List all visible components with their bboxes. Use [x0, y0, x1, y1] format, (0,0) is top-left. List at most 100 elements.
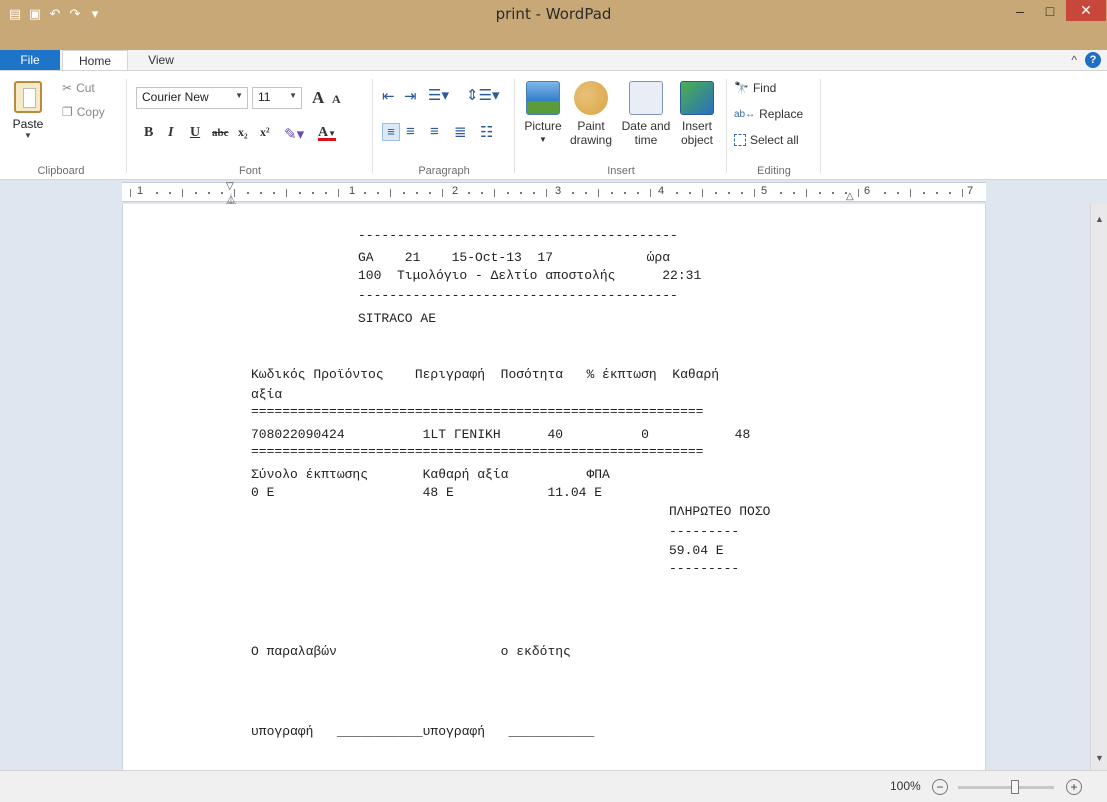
insert-object-button[interactable]: Insert object	[674, 81, 720, 147]
chevron-down-icon: ▼	[235, 91, 243, 100]
ruler-tick	[845, 192, 847, 194]
ruler-tick	[702, 189, 703, 197]
document-line: 708022090424 1LT ΓΕΝΙΚΗ 40 0 48	[251, 427, 751, 442]
title-bar: ▤ ▣ ↶ ↷ ▾ print - WordPad – □ ✕	[0, 0, 1107, 28]
document-line: ΠΛΗΡΩΤΕΟ ΠΟΣΟ	[669, 504, 771, 519]
vertical-scrollbar[interactable]: ▲ ▼	[1090, 204, 1107, 770]
ruler-tick	[624, 192, 626, 194]
document-line: ----------------------------------------…	[358, 228, 678, 243]
ruler-tick	[546, 189, 547, 197]
paint-drawing-button[interactable]: Paint drawing	[566, 81, 616, 147]
document-line: ---------	[669, 524, 740, 539]
ruler-tick	[754, 189, 755, 197]
zoom-in-button[interactable]: +	[1066, 779, 1082, 795]
maximize-button[interactable]: □	[1035, 0, 1065, 21]
ruler-tick	[507, 192, 509, 194]
ruler-label: 1	[136, 185, 144, 197]
subscript-button[interactable]: x₂	[238, 125, 248, 140]
group-label: Font	[238, 165, 261, 177]
font-color-button[interactable]: A▼	[318, 125, 336, 141]
justify-icon[interactable]: ≣	[454, 123, 467, 141]
insert-picture-button[interactable]: Picture ▼	[520, 81, 566, 147]
ruler-tick	[533, 192, 535, 194]
ruler[interactable]: ▽ ⏅ △ 11234567	[122, 181, 986, 206]
document-line: αξία	[251, 387, 283, 402]
ruler-tick	[949, 192, 951, 194]
underline-button[interactable]: U	[190, 125, 200, 141]
ruler-label: 3	[554, 185, 562, 197]
ruler-tick	[182, 189, 183, 197]
date-time-button[interactable]: Date and time	[618, 81, 674, 147]
shrink-font-button[interactable]: A	[332, 92, 341, 107]
superscript-button[interactable]: x²	[260, 125, 270, 140]
align-right-icon[interactable]: ≡	[430, 123, 439, 140]
bullet-list-icon[interactable]: ☰▾	[428, 86, 449, 104]
scroll-down-icon[interactable]: ▼	[1091, 749, 1107, 766]
align-left-icon[interactable]: ≡	[382, 123, 400, 141]
group-label: Insert	[607, 165, 635, 177]
document-line: 100 Τιμολόγιο - Δελτίο αποστολής 22:31	[358, 268, 702, 283]
zoom-level: 100%	[890, 779, 921, 793]
zoom-out-button[interactable]: −	[932, 779, 948, 795]
calendar-clock-icon	[629, 81, 663, 115]
ruler-tick	[910, 189, 911, 197]
select-all-button[interactable]: Select all	[734, 133, 799, 147]
increase-indent-icon[interactable]: ⇥	[404, 87, 417, 105]
ruler-tick	[442, 189, 443, 197]
find-button[interactable]: 🔭 Find	[734, 81, 776, 95]
tab-file[interactable]: File	[0, 50, 60, 70]
document-line: ----------------------------------------…	[358, 288, 678, 303]
right-indent-marker[interactable]: △	[846, 191, 854, 202]
align-center-icon[interactable]: ≡	[406, 123, 415, 140]
window-title: print - WordPad	[495, 5, 612, 23]
zoom-slider-track[interactable]	[958, 786, 1054, 789]
copy-icon: ❐	[62, 105, 73, 119]
replace-button[interactable]: ab↔ Replace	[734, 107, 803, 121]
minimize-button[interactable]: –	[1005, 0, 1035, 21]
collapse-ribbon-icon[interactable]: ^	[1071, 53, 1077, 67]
ruler-tick	[156, 192, 158, 194]
ruler-tick	[494, 189, 495, 197]
ruler-tick	[286, 189, 287, 197]
paint-palette-icon	[574, 81, 608, 115]
ruler-tick	[260, 192, 262, 194]
paragraph-settings-icon[interactable]: ☷	[480, 123, 493, 141]
scroll-up-icon[interactable]: ▲	[1091, 210, 1107, 227]
grow-font-button[interactable]: A	[312, 88, 324, 108]
close-button[interactable]: ✕	[1066, 0, 1106, 21]
highlight-pen-icon[interactable]: ✎▾	[284, 125, 304, 143]
ruler-tick	[130, 189, 131, 197]
tab-home[interactable]: Home	[62, 50, 128, 70]
decrease-indent-icon[interactable]: ⇤	[382, 87, 395, 105]
ruler-tick	[416, 192, 418, 194]
italic-button[interactable]: I	[168, 125, 173, 141]
document-line: Κωδικός Προϊόντος Περιγραφή Ποσότητα % έ…	[251, 367, 720, 382]
scissors-icon: ✂	[62, 81, 73, 95]
cut-button[interactable]: ✂ Cut	[62, 81, 95, 95]
font-family-select[interactable]: Courier New ▼	[136, 87, 248, 109]
ruler-tick	[728, 192, 730, 194]
strikethrough-button[interactable]: abc	[212, 127, 229, 139]
ruler-tick	[273, 192, 275, 194]
group-label: Clipboard	[37, 165, 85, 177]
help-icon[interactable]: ?	[1085, 52, 1101, 68]
document-line: ========================================…	[251, 404, 704, 419]
line-spacing-icon[interactable]: ⇕☰▾	[466, 86, 500, 104]
font-size-select[interactable]: 11 ▼	[252, 87, 302, 109]
ruler-bar: ▽ ⏅ △ 11234567	[0, 180, 1107, 206]
ruler-tick	[364, 192, 366, 194]
document-line: ========================================…	[251, 444, 704, 459]
paste-button[interactable]: Paste ▼	[6, 81, 50, 140]
copy-button[interactable]: ❐ Copy	[62, 105, 105, 119]
editing-group: 🔭 Find ab↔ Replace Select all Editing	[730, 75, 818, 179]
document-line: SITRACO AE	[358, 311, 437, 326]
ruler-tick	[572, 192, 574, 194]
ruler-label: 6	[863, 185, 871, 197]
zoom-slider-thumb[interactable]	[1011, 780, 1019, 794]
ruler-tick	[234, 189, 235, 197]
bold-button[interactable]: B	[144, 125, 153, 141]
ruler-label: 5	[760, 185, 768, 197]
document-page[interactable]: ----------------------------------------…	[122, 204, 986, 770]
ruler-label: 4	[657, 185, 665, 197]
tab-view[interactable]: View	[134, 50, 188, 70]
